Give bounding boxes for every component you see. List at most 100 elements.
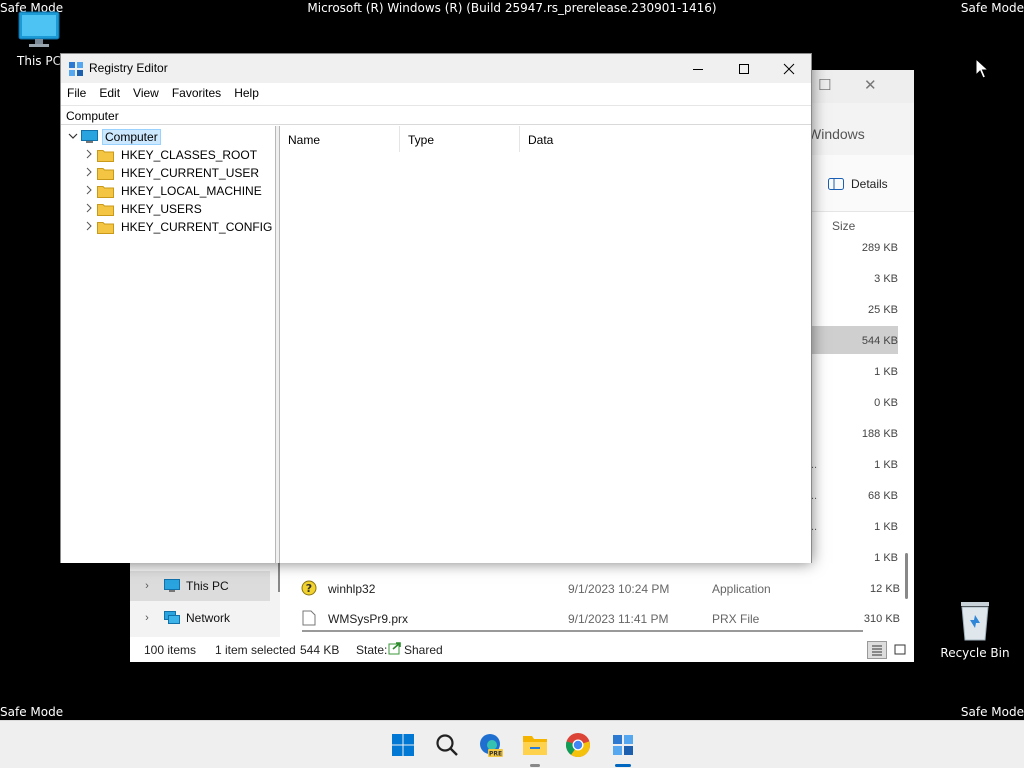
state-label: State:: [356, 643, 388, 657]
tree-node-hkcu[interactable]: HKEY_CURRENT_USER: [81, 164, 262, 182]
safe-mode-label: Safe Mode: [960, 705, 1024, 719]
file-row[interactable]: ? winhlp32 9/1/2023 10:24 PM Application…: [290, 574, 900, 604]
folder-icon: [97, 149, 114, 162]
column-header-data[interactable]: Data: [520, 126, 660, 152]
file-type: Application: [712, 582, 771, 596]
chevron-right-icon[interactable]: [81, 167, 97, 180]
file-date: 9/1/2023 10:24 PM: [568, 582, 670, 596]
details-button[interactable]: Details: [828, 177, 888, 191]
running-indicator: [530, 764, 540, 767]
selection-size: 544 KB: [300, 643, 340, 657]
registry-editor-icon: [69, 62, 83, 76]
tree-node-computer[interactable]: Computer: [65, 128, 161, 146]
horizontal-scrollbar[interactable]: [302, 630, 863, 632]
tree-node-hklm[interactable]: HKEY_LOCAL_MACHINE: [81, 182, 265, 200]
nav-item-this-pc[interactable]: › This PC: [130, 571, 270, 601]
svg-text:?: ?: [306, 582, 312, 595]
window-title: Registry Editor: [89, 61, 168, 75]
tiles-view-button[interactable]: [890, 641, 910, 659]
size-cell: 68 KB: [868, 490, 898, 502]
monitor-icon: [18, 11, 60, 47]
explorer-title-controls: ☐ ✕: [810, 70, 914, 103]
tree-node-hku[interactable]: HKEY_USERS: [81, 200, 205, 218]
menu-file[interactable]: File: [66, 83, 93, 105]
status-bar: 100 items 1 item selected 544 KB State: …: [130, 637, 914, 662]
search-icon: [436, 734, 458, 756]
registry-editor-icon: [613, 735, 633, 755]
file-explorer-icon: [523, 736, 547, 755]
menu-favorites[interactable]: Favorites: [171, 83, 228, 105]
details-view-button[interactable]: [867, 641, 887, 659]
registry-editor-window[interactable]: Registry Editor File Edit View Favorites…: [60, 53, 812, 563]
size-cell: 3 KB: [874, 273, 898, 285]
edge-preview-button[interactable]: PRE: [475, 729, 507, 761]
selection-count: 1 item selected: [215, 643, 296, 657]
pane-divider[interactable]: [278, 560, 280, 592]
column-header-type[interactable]: Type: [400, 126, 520, 152]
start-button[interactable]: [387, 729, 419, 761]
file-row-clip: WMSysPr9.prx 9/1/2023 11:41 PM PRX File …: [290, 604, 900, 626]
registry-tree: Computer HKEY_CLASSES_ROOT HKEY_CURRENT_…: [61, 126, 276, 563]
registry-editor-button[interactable]: [607, 729, 639, 767]
monitor-icon: [164, 579, 180, 592]
edge-preview-icon: PRE: [480, 734, 503, 758]
tree-node-label: HKEY_USERS: [121, 202, 202, 216]
chevron-right-icon[interactable]: ›: [130, 612, 164, 624]
chrome-button[interactable]: [562, 729, 594, 761]
maximize-button[interactable]: [721, 54, 767, 83]
chevron-right-icon[interactable]: [81, 185, 97, 198]
maximize-icon[interactable]: ☐: [818, 76, 831, 94]
size-cell: 1 KB: [874, 521, 898, 533]
shared-icon: [388, 641, 402, 658]
chevron-right-icon[interactable]: ›: [130, 580, 164, 592]
build-watermark: Microsoft (R) Windows (R) (Build 25947.r…: [307, 1, 717, 15]
file-explorer-button[interactable]: [519, 729, 551, 767]
title-bar[interactable]: Registry Editor: [61, 54, 811, 83]
file-date: 9/1/2023 11:41 PM: [568, 612, 669, 626]
file-size: 12 KB: [870, 583, 900, 595]
nav-item-network[interactable]: › Network: [130, 603, 270, 633]
nav-item-label: Network: [186, 611, 231, 625]
tree-node-hkcc[interactable]: HKEY_CURRENT_CONFIG: [81, 218, 275, 236]
menu-help[interactable]: Help: [233, 83, 266, 105]
file-size: 310 KB: [863, 613, 900, 625]
mouse-cursor-icon: [975, 58, 989, 79]
recycle-bin-icon: [961, 602, 989, 641]
tree-node-label: HKEY_LOCAL_MACHINE: [121, 184, 262, 198]
address-bar[interactable]: Computer: [61, 105, 811, 125]
safe-mode-label: Safe Mode: [960, 1, 1024, 15]
chevron-right-icon[interactable]: [81, 149, 97, 162]
safe-mode-label: Safe Mode: [0, 705, 64, 719]
tree-node-hkcr[interactable]: HKEY_CLASSES_ROOT: [81, 146, 260, 164]
size-cell: 1 KB: [874, 459, 898, 471]
vertical-scrollbar[interactable]: [905, 553, 908, 599]
details-pane-icon: [828, 178, 844, 190]
start-icon: [392, 734, 414, 756]
close-button[interactable]: [766, 54, 812, 83]
desktop-icon-label: Recycle Bin: [940, 646, 1010, 660]
menu-edit[interactable]: Edit: [98, 83, 127, 105]
chevron-right-icon[interactable]: [81, 203, 97, 216]
folder-icon: [97, 185, 114, 198]
search-button[interactable]: [431, 729, 463, 761]
values-list[interactable]: Name Type Data: [280, 126, 811, 563]
chevron-right-icon[interactable]: [81, 221, 97, 234]
close-icon[interactable]: ✕: [864, 76, 877, 94]
size-cell: 289 KB: [861, 242, 898, 254]
column-header-size[interactable]: Size: [832, 219, 855, 233]
chevron-down-icon[interactable]: [65, 131, 81, 144]
file-row[interactable]: WMSysPr9.prx 9/1/2023 11:41 PM PRX File …: [290, 604, 900, 626]
column-header-name[interactable]: Name: [280, 126, 400, 152]
file-type: PRX File: [712, 612, 760, 626]
file-name: WMSysPr9.prx: [328, 612, 409, 626]
minimize-button[interactable]: [675, 54, 721, 83]
menu-view[interactable]: View: [132, 83, 166, 105]
folder-icon: [97, 221, 114, 234]
list-view-icon: [872, 645, 882, 656]
network-icon: [164, 611, 180, 624]
help-icon: ?: [290, 580, 328, 599]
breadcrumb[interactable]: Windows: [808, 126, 865, 142]
desktop-icon-recycle-bin[interactable]: Recycle Bin: [938, 598, 1012, 660]
desktop-icon-label: This PC: [17, 54, 61, 68]
edge-badge-text: PRE: [489, 751, 502, 758]
